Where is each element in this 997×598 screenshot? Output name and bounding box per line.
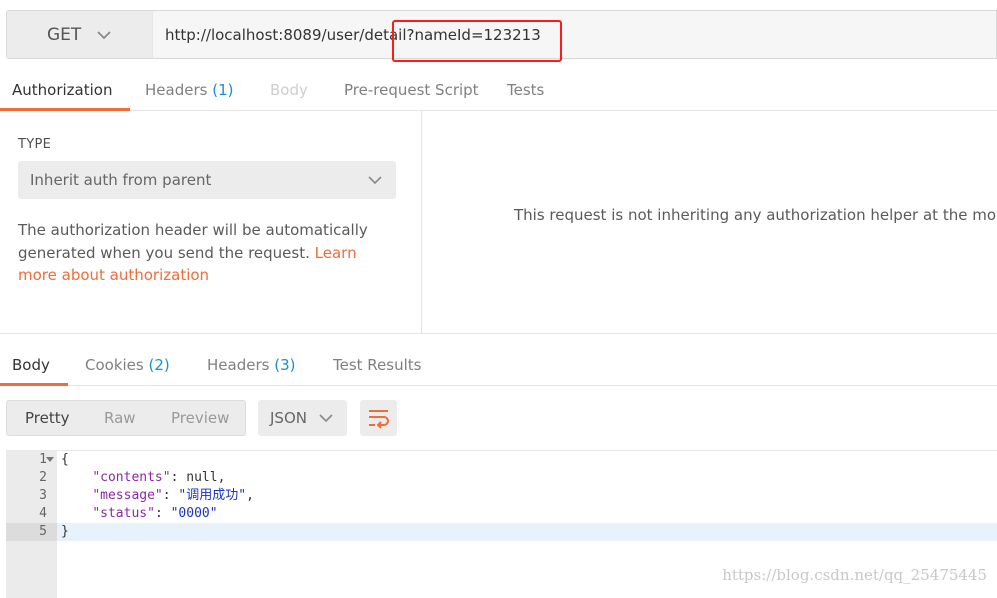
- tab-label: Body: [270, 81, 308, 99]
- request-tabs: Authorization Headers (1) Body Pre-reque…: [0, 70, 997, 111]
- format-value: JSON: [270, 409, 307, 427]
- tab-response-headers[interactable]: Headers (3): [207, 345, 295, 385]
- code-text: }: [61, 524, 69, 539]
- code-line-active: 5 }: [6, 523, 997, 541]
- code-text: {: [61, 452, 69, 467]
- auth-type-select[interactable]: Inherit auth from parent: [18, 161, 396, 199]
- tab-label: Authorization: [12, 81, 113, 99]
- tab-count: (1): [212, 81, 234, 99]
- json-value: "0000": [170, 506, 218, 521]
- line-number: 5: [6, 523, 57, 541]
- json-comma: ,: [217, 470, 226, 485]
- tab-headers[interactable]: Headers (1): [145, 70, 233, 110]
- json-comma: ,: [246, 488, 254, 503]
- format-select[interactable]: JSON: [258, 400, 347, 436]
- tab-test-results[interactable]: Test Results: [333, 345, 421, 385]
- raw-button[interactable]: Raw: [104, 401, 136, 435]
- tab-label: Headers: [207, 356, 270, 374]
- panel-divider-horizontal: [0, 333, 997, 334]
- auth-description: The authorization header will be automat…: [18, 219, 398, 287]
- code-line: 4 "status": "0000": [6, 505, 997, 523]
- fold-arrow-icon[interactable]: [46, 455, 54, 463]
- watermark: https://blog.csdn.net/qq_25475445: [722, 566, 987, 584]
- panel-divider: [421, 111, 422, 334]
- tab-label: Headers: [145, 81, 208, 99]
- url-input[interactable]: http://localhost:8089/user/detail?nameId…: [152, 10, 997, 59]
- preview-button[interactable]: Preview: [171, 401, 229, 435]
- request-url-bar: GET http://localhost:8089/user/detail?na…: [0, 0, 997, 70]
- tab-count: (2): [148, 356, 170, 374]
- tab-label: Test Results: [333, 356, 422, 374]
- auth-type-label: TYPE: [18, 137, 52, 152]
- chevron-down-icon: [97, 30, 111, 39]
- method-label: GET: [47, 24, 82, 45]
- code-line: 1 {: [6, 451, 997, 469]
- code-line: 2 "contents": null,: [6, 469, 997, 487]
- tab-label: Tests: [507, 81, 545, 99]
- code-text: "contents": null,: [92, 470, 226, 485]
- url-text: http://localhost:8089/user/detail?nameId…: [165, 25, 541, 44]
- line-number: 3: [39, 488, 47, 503]
- tab-label: Pre-request Script: [344, 81, 479, 99]
- wrap-lines-icon: [368, 410, 389, 429]
- json-key: "contents": [92, 470, 171, 485]
- tab-body[interactable]: Body: [270, 70, 308, 110]
- tab-label: Body: [12, 356, 50, 374]
- line-number: 4: [39, 506, 47, 521]
- json-key: "message": [92, 488, 163, 503]
- view-mode-toggle: Pretty Raw Preview: [6, 400, 246, 436]
- code-text: "status": "0000": [92, 506, 218, 521]
- tab-count: (3): [274, 356, 296, 374]
- code-text: "message": "调用成功",: [92, 488, 254, 503]
- tab-response-body[interactable]: Body: [0, 345, 68, 386]
- chevron-down-icon: [368, 176, 382, 185]
- tab-cookies[interactable]: Cookies (2): [85, 345, 170, 385]
- chevron-down-icon: [319, 414, 333, 423]
- auth-type-value: Inherit auth from parent: [30, 171, 212, 189]
- line-number: 2: [39, 470, 47, 485]
- json-key: "status": [92, 506, 155, 521]
- pretty-button[interactable]: Pretty: [25, 401, 70, 435]
- tab-tests[interactable]: Tests: [507, 70, 544, 110]
- json-value: "调用成功": [178, 488, 247, 503]
- method-select[interactable]: GET: [6, 10, 152, 59]
- tab-authorization[interactable]: Authorization: [0, 70, 132, 111]
- code-line: 3 "message": "调用成功",: [6, 487, 997, 505]
- tab-pre-request-script[interactable]: Pre-request Script: [344, 70, 479, 110]
- json-value: null: [186, 470, 218, 485]
- wrap-lines-button[interactable]: [360, 400, 397, 436]
- tab-label: Cookies: [85, 356, 144, 374]
- auth-inherit-message: This request is not inheriting any autho…: [514, 206, 997, 224]
- response-tabs: Body Cookies (2) Headers (3) Test Result…: [0, 345, 997, 386]
